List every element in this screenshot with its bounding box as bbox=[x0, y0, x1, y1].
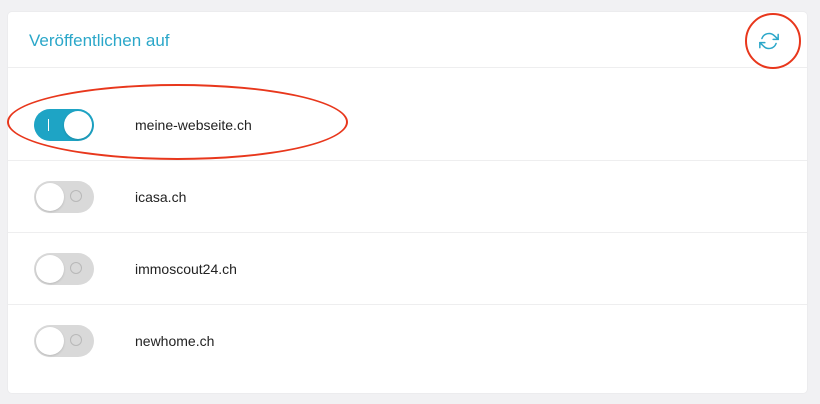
toggle-icasa[interactable] bbox=[34, 181, 94, 213]
refresh-button[interactable] bbox=[753, 25, 785, 57]
list-item: immoscout24.ch bbox=[8, 233, 807, 305]
toggle-on-mark bbox=[48, 119, 49, 131]
toggle-off-mark bbox=[70, 190, 82, 202]
portal-label: meine-webseite.ch bbox=[135, 117, 252, 133]
toggle-off-mark bbox=[70, 334, 82, 346]
toggle-off-mark bbox=[70, 262, 82, 274]
toggle-immoscout24[interactable] bbox=[34, 253, 94, 285]
toggle-newhome[interactable] bbox=[34, 325, 94, 357]
panel-title: Veröffentlichen auf bbox=[29, 31, 170, 50]
publish-panel: Veröffentlichen auf meine-webseite.ch ic… bbox=[8, 12, 807, 393]
list-item: icasa.ch bbox=[8, 161, 807, 233]
list-item: meine-webseite.ch bbox=[8, 89, 807, 161]
toggle-knob bbox=[36, 327, 64, 355]
list-item: newhome.ch bbox=[8, 305, 807, 377]
portal-label: immoscout24.ch bbox=[135, 261, 237, 277]
portal-label: icasa.ch bbox=[135, 189, 187, 205]
toggle-knob bbox=[64, 111, 92, 139]
toggle-knob bbox=[36, 183, 64, 211]
toggle-meine-webseite[interactable] bbox=[34, 109, 94, 141]
toggle-knob bbox=[36, 255, 64, 283]
refresh-icon bbox=[759, 32, 779, 50]
portal-label: newhome.ch bbox=[135, 333, 215, 349]
panel-header: Veröffentlichen auf bbox=[8, 12, 807, 68]
